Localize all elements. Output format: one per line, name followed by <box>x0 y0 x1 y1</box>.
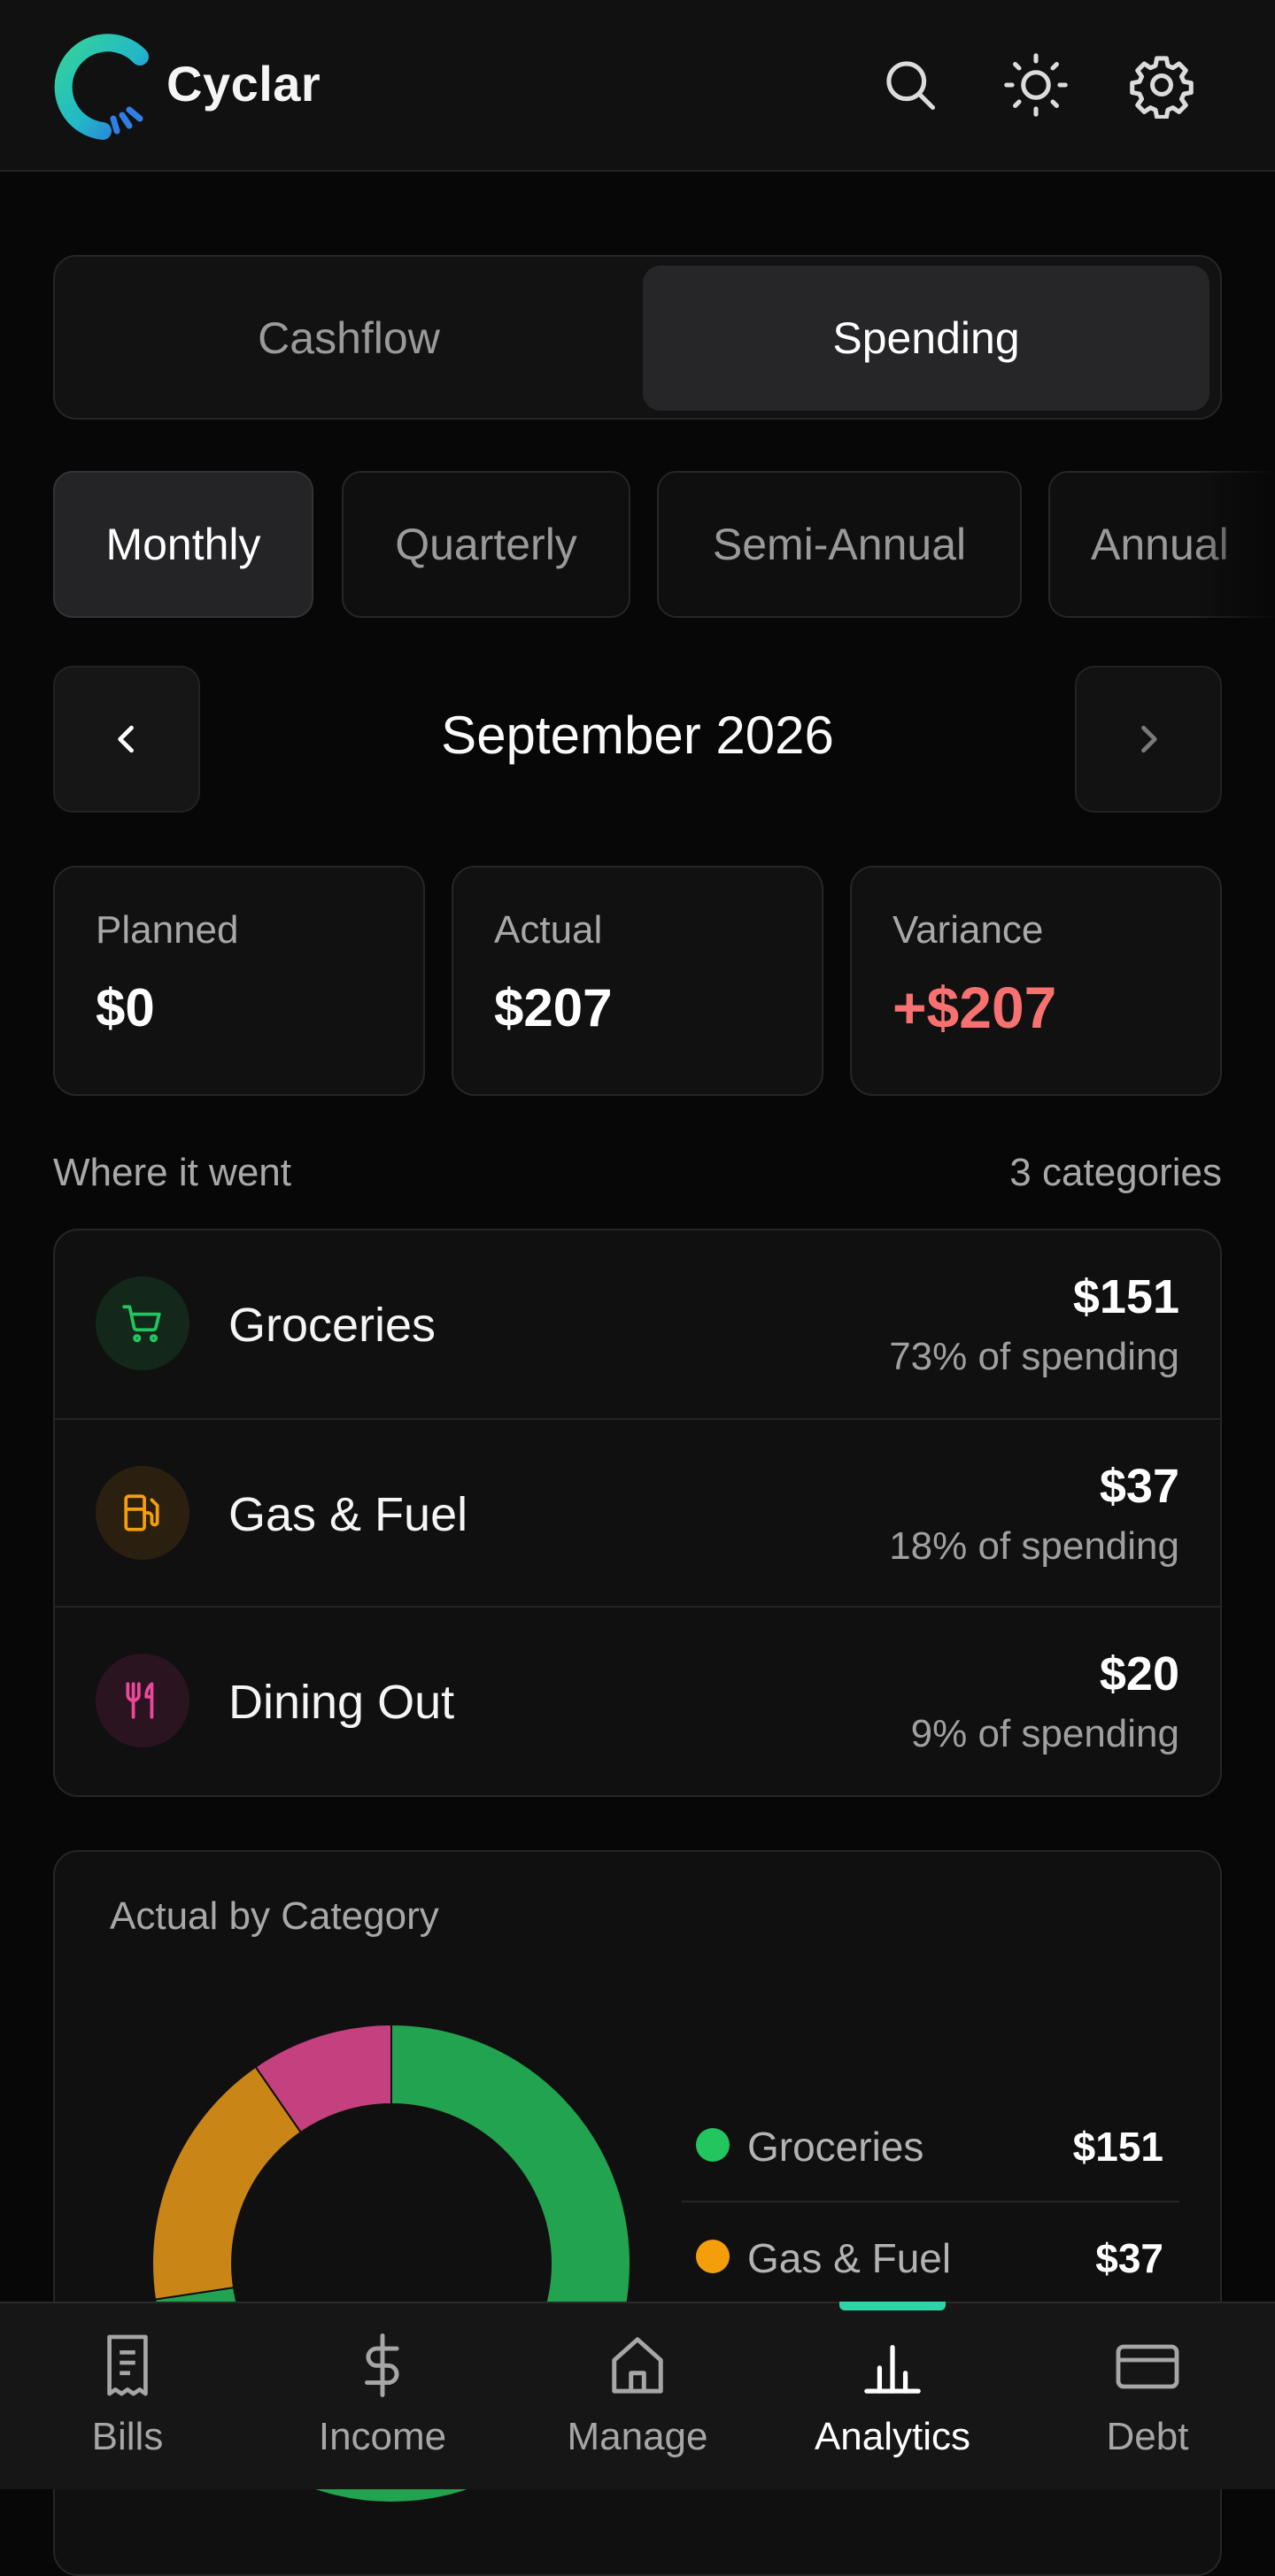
sun-icon[interactable] <box>997 46 1075 124</box>
variance-label: Variance <box>892 908 1044 952</box>
variance-card: Variance +$207 <box>850 866 1222 1096</box>
cyclar-logo-icon <box>51 32 151 142</box>
category-percent: 18% of spending <box>889 1524 1179 1568</box>
category-amount: $20 <box>1099 1647 1179 1701</box>
period-monthly[interactable]: Monthly <box>53 471 313 618</box>
category-name: Dining Out <box>228 1676 455 1729</box>
bottom-nav: Bills Income Manage Analytics Debt <box>0 2302 1275 2489</box>
gear-icon[interactable] <box>1123 46 1201 124</box>
nav-label: Debt <box>1106 2415 1189 2458</box>
planned-card: Planned $0 <box>53 866 425 1096</box>
planned-value: $0 <box>96 978 155 1037</box>
scroll-fade <box>1195 471 1275 618</box>
nav-label: Bills <box>91 2415 164 2458</box>
category-percent: 73% of spending <box>889 1335 1179 1378</box>
nav-manage[interactable]: Manage <box>510 2303 765 2491</box>
app-header: Cyclar <box>0 0 1275 172</box>
legend-item: Groceries $151 <box>682 2091 1179 2201</box>
category-name: Gas & Fuel <box>228 1488 468 1541</box>
home-icon <box>510 2330 765 2401</box>
next-month-button[interactable] <box>1075 666 1222 813</box>
legend-dot <box>696 2240 730 2273</box>
period-semi-annual[interactable]: Semi-Annual <box>657 471 1022 618</box>
category-amount: $151 <box>1072 1270 1179 1323</box>
chevron-left-icon <box>118 725 134 753</box>
variance-value: +$207 <box>892 975 1057 1040</box>
planned-label: Planned <box>96 908 239 952</box>
active-tab-indicator <box>839 2302 946 2310</box>
tab-cashflow[interactable]: Cashflow <box>66 266 632 411</box>
legend-item: Gas & Fuel $37 <box>682 2201 1179 2312</box>
nav-debt[interactable]: Debt <box>1020 2303 1275 2491</box>
tab-spending[interactable]: Spending <box>643 266 1209 411</box>
chevron-right-icon <box>1141 725 1157 753</box>
utensils-icon <box>96 1654 189 1747</box>
category-row-dining-out[interactable]: Dining Out $20 9% of spending <box>55 1606 1220 1793</box>
period-selector: Monthly Quarterly Semi-Annual Annual <box>53 471 1275 618</box>
receipt-icon <box>0 2330 255 2401</box>
nav-label: Analytics <box>814 2415 971 2458</box>
current-month: September 2026 <box>441 706 834 765</box>
view-toggle: Cashflow Spending <box>53 255 1222 420</box>
category-percent: 9% of spending <box>910 1712 1179 1755</box>
category-amount: $37 <box>1099 1460 1179 1513</box>
legend-name: Groceries <box>747 2124 924 2170</box>
search-icon[interactable] <box>871 46 949 124</box>
actual-card: Actual $207 <box>452 866 823 1096</box>
donut-slice-gas-fuel <box>151 2065 303 2301</box>
section-title: Where it went <box>53 1151 291 1194</box>
category-count: 3 categories <box>1009 1151 1222 1194</box>
bar-chart-icon <box>765 2330 1020 2401</box>
chart-title: Actual by Category <box>110 1894 439 1938</box>
dollar-icon <box>255 2330 510 2401</box>
cart-icon <box>96 1276 189 1370</box>
fuel-icon <box>96 1466 189 1560</box>
nav-analytics[interactable]: Analytics <box>765 2303 1020 2491</box>
prev-month-button[interactable] <box>53 666 200 813</box>
actual-value: $207 <box>494 978 613 1037</box>
category-name: Groceries <box>228 1299 437 1352</box>
nav-bills[interactable]: Bills <box>0 2303 255 2491</box>
legend-name: Gas & Fuel <box>747 2235 952 2281</box>
app-name: Cyclar <box>166 56 321 112</box>
category-row-gas-fuel[interactable]: Gas & Fuel $37 18% of spending <box>55 1418 1220 1606</box>
actual-label: Actual <box>494 908 603 952</box>
legend-dot <box>696 2128 730 2162</box>
period-quarterly[interactable]: Quarterly <box>342 471 630 618</box>
legend-value: $151 <box>1072 2124 1163 2170</box>
category-list: Groceries $151 73% of spending Gas & Fue… <box>53 1229 1222 1797</box>
chart-legend: Groceries $151 Gas & Fuel $37 <box>682 2091 1179 2312</box>
nav-label: Manage <box>567 2415 708 2458</box>
legend-value: $37 <box>1095 2235 1163 2281</box>
category-row-groceries[interactable]: Groceries $151 73% of spending <box>55 1230 1220 1418</box>
nav-income[interactable]: Income <box>255 2303 510 2491</box>
nav-label: Income <box>318 2415 447 2458</box>
card-icon <box>1020 2330 1275 2401</box>
